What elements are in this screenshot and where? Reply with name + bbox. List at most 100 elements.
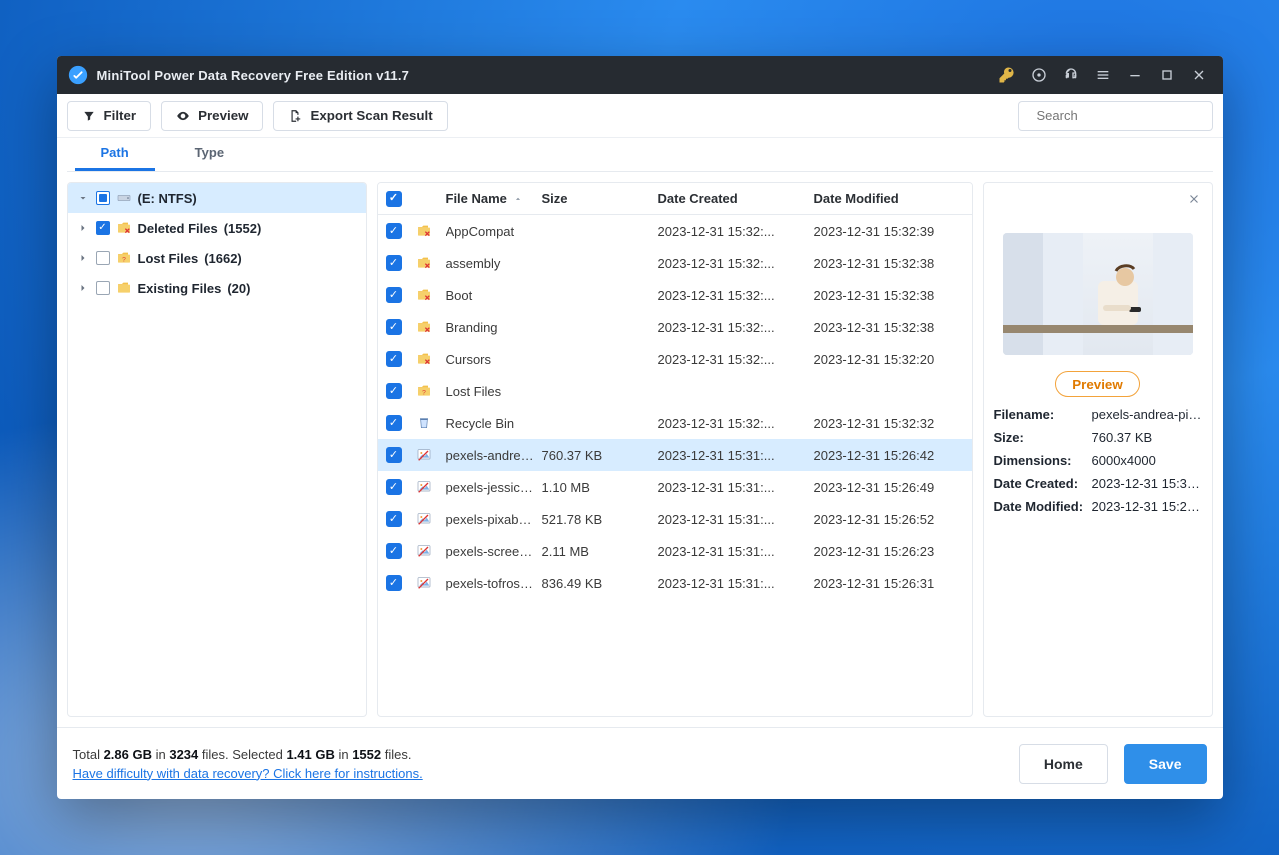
drive-icon	[116, 190, 132, 206]
row-checkbox[interactable]	[386, 575, 402, 591]
chevron-right-icon[interactable]	[76, 221, 90, 235]
minimize-button[interactable]	[1119, 61, 1151, 89]
disc-icon[interactable]	[1023, 61, 1055, 89]
filter-button[interactable]: Filter	[67, 101, 152, 131]
file-created: 2023-12-31 15:31:...	[658, 576, 808, 591]
file-modified: 2023-12-31 15:26:31	[814, 576, 964, 591]
file-row[interactable]: assembly2023-12-31 15:32:...2023-12-31 1…	[378, 247, 972, 279]
tab-path[interactable]: Path	[75, 137, 155, 171]
meta-filename-label: Filename:	[994, 407, 1084, 422]
col-filename[interactable]: File Name	[446, 191, 507, 206]
export-button[interactable]: Export Scan Result	[273, 101, 447, 131]
file-modified: 2023-12-31 15:32:38	[814, 288, 964, 303]
row-checkbox[interactable]	[386, 479, 402, 495]
file-modified: 2023-12-31 15:32:32	[814, 416, 964, 431]
file-name: assembly	[446, 256, 536, 271]
file-size: 836.49 KB	[542, 576, 652, 591]
sort-icon[interactable]	[513, 194, 523, 204]
chevron-right-icon[interactable]	[76, 251, 90, 265]
row-checkbox[interactable]	[386, 447, 402, 463]
file-row[interactable]: pexels-andrea-pia... 760.37 KB 2023-12-31 …	[378, 439, 972, 471]
file-row[interactable]: pexels-jessica-le...1.10 MB2023-12-31 15…	[378, 471, 972, 503]
help-link[interactable]: Have difficulty with data recovery? Clic…	[73, 766, 423, 781]
open-preview-button[interactable]: Preview	[1055, 371, 1139, 397]
row-checkbox[interactable]	[386, 351, 402, 367]
select-all-checkbox[interactable]	[386, 191, 402, 207]
file-name: pexels-andrea-pia...	[446, 448, 536, 463]
eye-icon	[176, 109, 190, 123]
preview-thumbnail	[1003, 233, 1193, 355]
file-type-icon: ?	[416, 383, 440, 399]
tree-item[interactable]: Deleted Files (1552)	[68, 213, 366, 243]
file-row[interactable]: pexels-screen-po...2.11 MB2023-12-31 15:…	[378, 535, 972, 567]
menu-icon[interactable]	[1087, 61, 1119, 89]
home-button[interactable]: Home	[1019, 744, 1108, 784]
row-checkbox[interactable]	[386, 223, 402, 239]
file-modified: 2023-12-31 15:32:38	[814, 320, 964, 335]
close-button[interactable]	[1183, 61, 1215, 89]
support-icon[interactable]	[1055, 61, 1087, 89]
filter-label: Filter	[104, 108, 137, 123]
meta-filename-value: pexels-andrea-piacq	[1092, 407, 1202, 422]
file-row[interactable]: pexels-tofroscom-...836.49 KB2023-12-31 …	[378, 567, 972, 599]
row-checkbox[interactable]	[386, 511, 402, 527]
tree-item-label: Existing Files	[138, 281, 222, 296]
file-row[interactable]: Boot 2023-12-31 15:32:... 2023-12-31 15:32…	[378, 279, 972, 311]
tree-item-label: Deleted Files	[138, 221, 218, 236]
file-created: 2023-12-31 15:32:...	[658, 288, 808, 303]
file-created: 2023-12-31 15:32:...	[658, 352, 808, 367]
row-checkbox[interactable]	[386, 287, 402, 303]
tree-item[interactable]: ?Lost Files (1662)	[68, 243, 366, 273]
file-list[interactable]: File Name Size Date Created Date Modifie…	[377, 182, 973, 717]
col-created[interactable]: Date Created	[658, 191, 808, 206]
tab-type[interactable]: Type	[169, 137, 250, 171]
maximize-button[interactable]	[1151, 61, 1183, 89]
file-type-icon	[416, 575, 440, 591]
checkbox-mixed[interactable]	[96, 191, 110, 205]
tree-root[interactable]: (E: NTFS)	[68, 183, 366, 213]
close-preview-icon[interactable]	[1184, 189, 1204, 209]
file-name: Branding	[446, 320, 536, 335]
tree-item-count: (20)	[227, 281, 250, 296]
file-name: Boot	[446, 288, 536, 303]
file-row[interactable]: Branding2023-12-31 15:32:...2023-12-31 1…	[378, 311, 972, 343]
export-label: Export Scan Result	[310, 108, 432, 123]
col-size[interactable]: Size	[542, 191, 652, 206]
file-row[interactable]: pexels-pixabay-25...521.78 KB2023-12-31 …	[378, 503, 972, 535]
status-footer: Total 2.86 GB in 3234 files. Selected 1.…	[57, 727, 1223, 799]
chevron-right-icon[interactable]	[76, 281, 90, 295]
tree-checkbox[interactable]	[96, 251, 110, 265]
col-modified[interactable]: Date Modified	[814, 191, 964, 206]
meta-created-value: 2023-12-31 15:31:44	[1092, 476, 1202, 491]
search-input[interactable]	[1037, 108, 1202, 123]
tree-checkbox[interactable]	[96, 281, 110, 295]
row-checkbox[interactable]	[386, 383, 402, 399]
file-type-icon	[416, 223, 440, 239]
row-checkbox[interactable]	[386, 255, 402, 271]
file-name: Lost Files	[446, 384, 536, 399]
app-icon	[67, 64, 89, 86]
file-created: 2023-12-31 15:32:...	[658, 256, 808, 271]
file-row[interactable]: Recycle Bin2023-12-31 15:32:...2023-12-3…	[378, 407, 972, 439]
row-checkbox[interactable]	[386, 415, 402, 431]
file-row[interactable]: AppCompat2023-12-31 15:32:...2023-12-31 …	[378, 215, 972, 247]
file-type-icon	[416, 447, 440, 463]
file-size: 760.37 KB	[542, 448, 652, 463]
preview-button[interactable]: Preview	[161, 101, 263, 131]
file-row[interactable]: ? Lost Files	[378, 375, 972, 407]
row-checkbox[interactable]	[386, 319, 402, 335]
file-modified: 2023-12-31 15:26:42	[814, 448, 964, 463]
search-box[interactable]	[1018, 101, 1213, 131]
chevron-down-icon[interactable]	[76, 191, 90, 205]
file-row[interactable]: Cursors2023-12-31 15:32:...2023-12-31 15…	[378, 343, 972, 375]
meta-created-label: Date Created:	[994, 476, 1084, 491]
meta-size-value: 760.37 KB	[1092, 430, 1202, 445]
license-key-icon[interactable]	[991, 61, 1023, 89]
row-checkbox[interactable]	[386, 543, 402, 559]
save-button[interactable]: Save	[1124, 744, 1207, 784]
tree-item[interactable]: Existing Files (20)	[68, 273, 366, 303]
file-created: 2023-12-31 15:32:...	[658, 416, 808, 431]
tree-checkbox[interactable]	[96, 221, 110, 235]
folder-tree[interactable]: (E: NTFS) Deleted Files (1552)?Lost File…	[67, 182, 367, 717]
folder-icon: ?	[116, 250, 132, 266]
